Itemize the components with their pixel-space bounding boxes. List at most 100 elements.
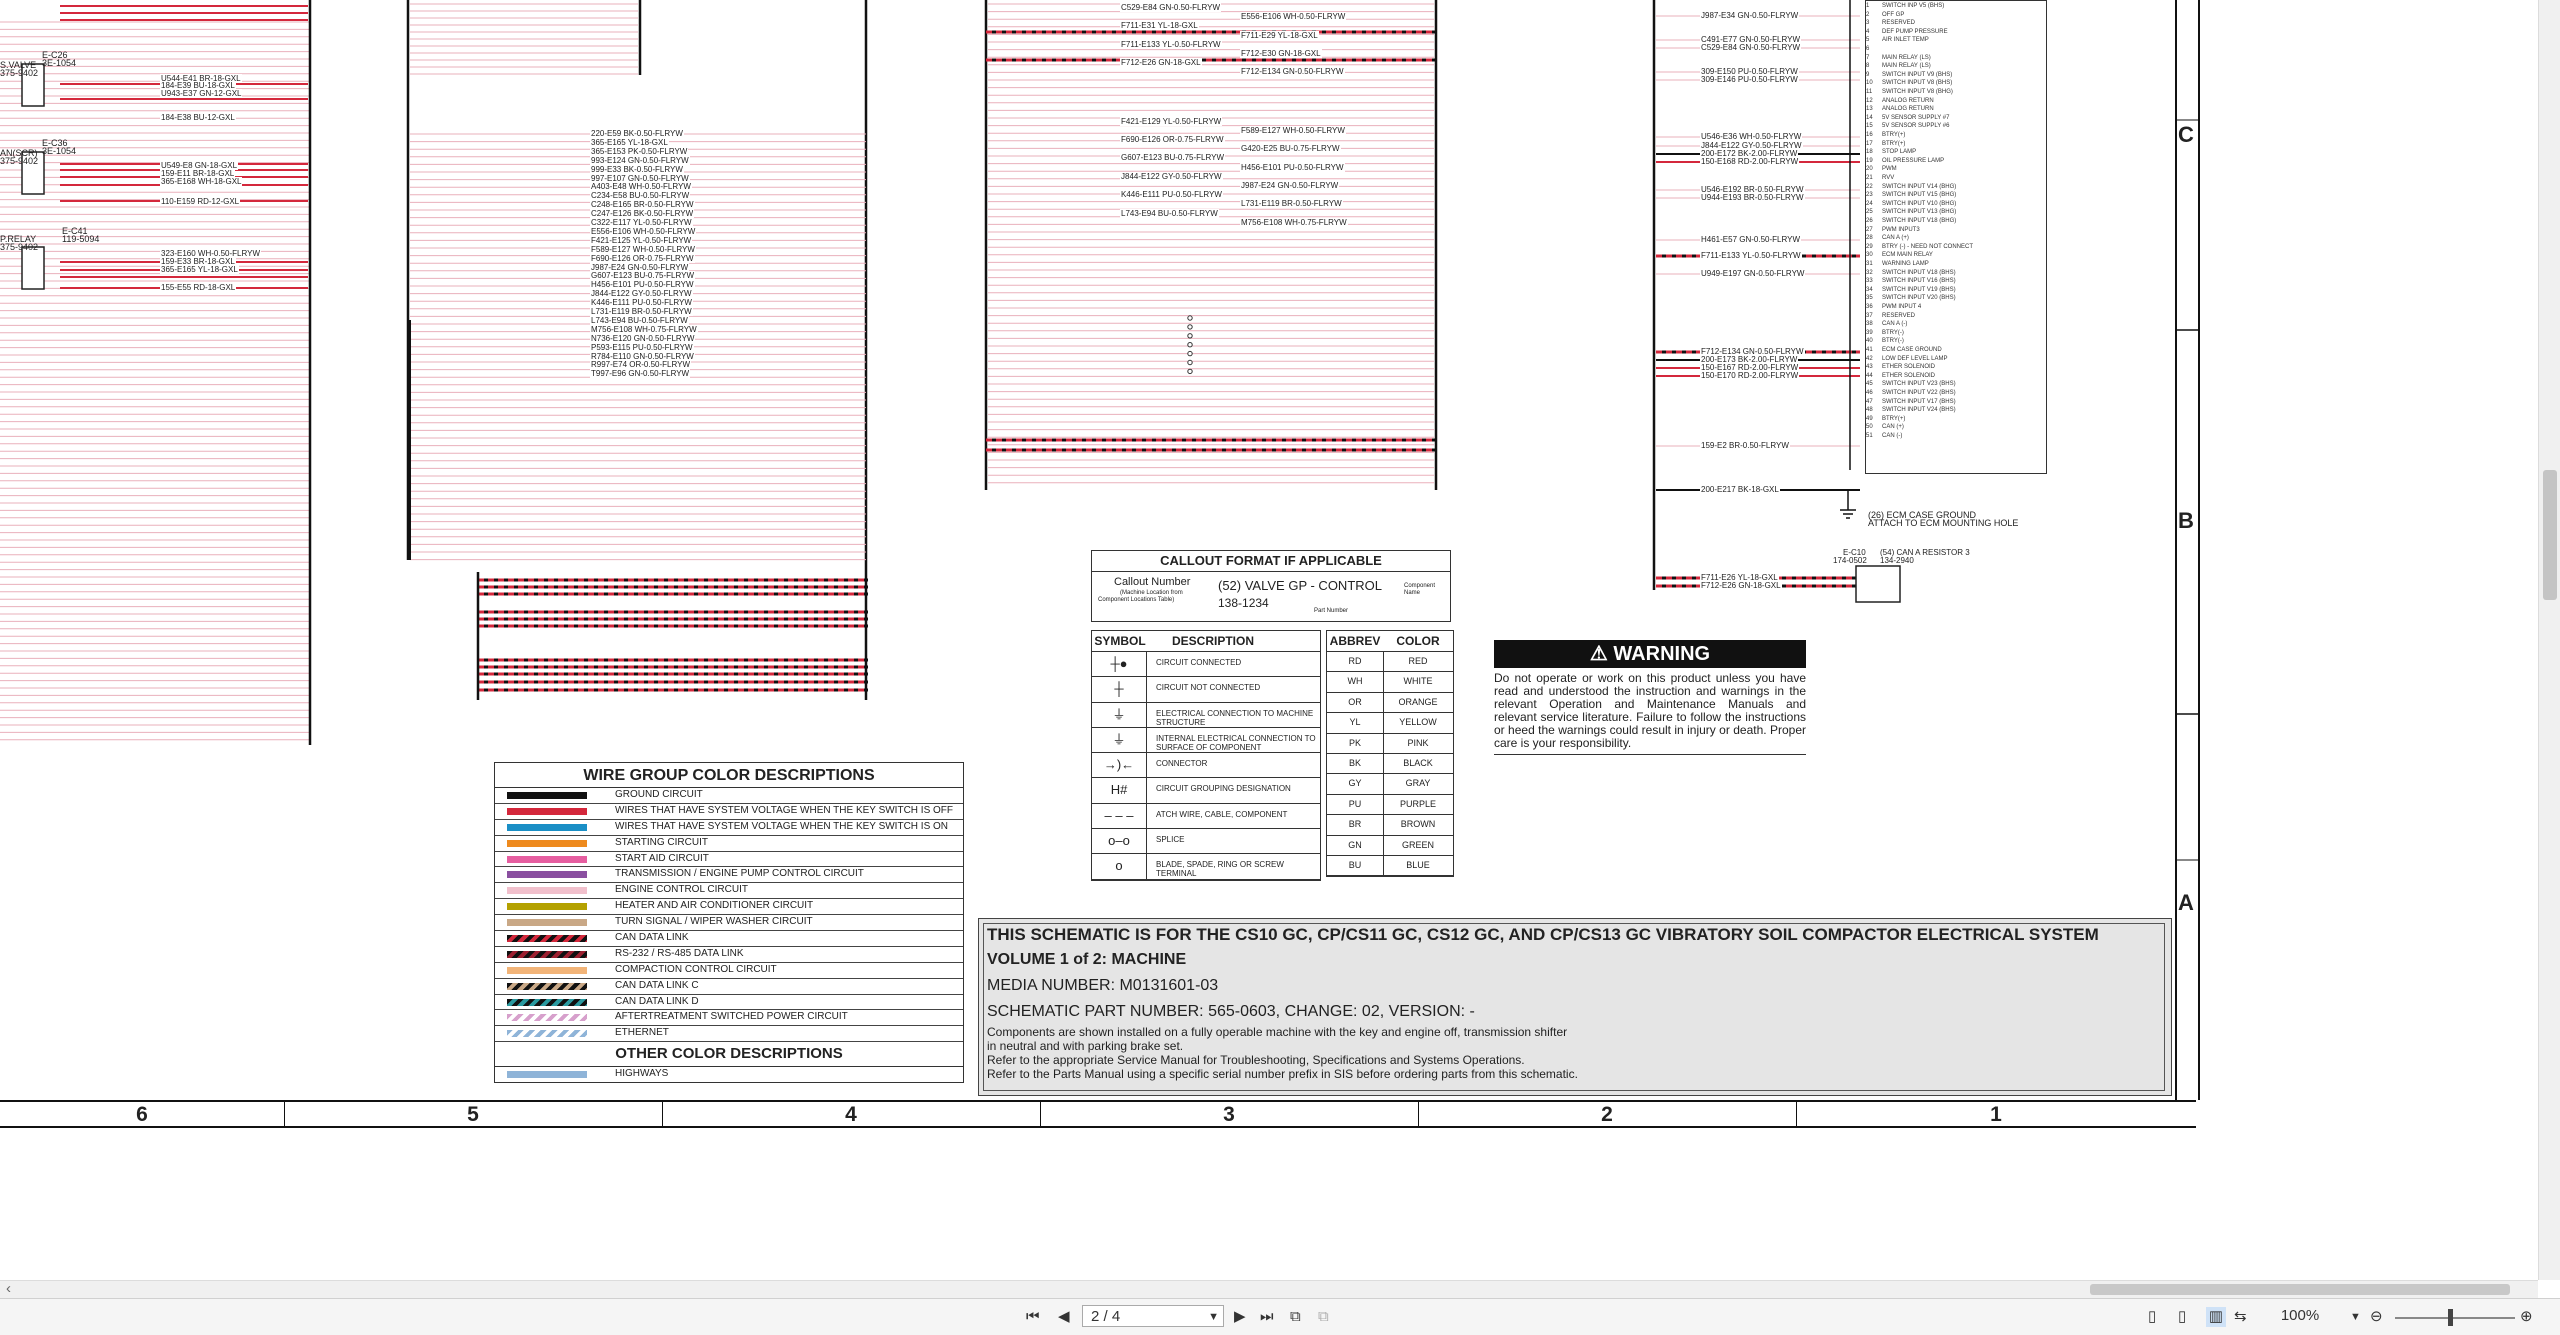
abbrev-color-name: PURPLE [1399, 798, 1436, 809]
wire-group-row: CAN DATA LINK D [495, 995, 963, 1011]
page-dropdown-icon[interactable]: ▼ [1208, 1306, 1219, 1328]
wire-color-swatch [507, 966, 587, 974]
wire-color-swatch [507, 919, 587, 927]
mid-wire-label: 365-E153 PK-0.50-FLRYW [590, 146, 689, 156]
vertical-scroll-thumb[interactable] [2543, 470, 2557, 600]
abbrev-code: GY [1327, 774, 1384, 794]
symbol-glyph: →)← [1092, 753, 1147, 778]
right-mid-wire-label: F690-E126 OR-0.75-FLRYW [1120, 135, 1225, 144]
highways-swatch [507, 1071, 587, 1079]
wire-color-swatch [507, 807, 587, 815]
symbol-description: BLADE, SPADE, RING OR SCREW TERMINAL [1156, 860, 1284, 879]
wire-group-label: START AID CIRCUIT [615, 852, 709, 864]
symbol-row: →)← CONNECTOR [1092, 753, 1320, 779]
page-number-value: 2 / 4 [1091, 1308, 1121, 1325]
ecm-pin-label: RESERVED [1882, 312, 1915, 319]
connector-c41-part: 119-5094 [62, 234, 100, 244]
next-page-button[interactable]: ▶ [1234, 1307, 1246, 1327]
horizontal-scroll-thumb[interactable] [2090, 1284, 2510, 1295]
ecm-pin-number: 24 [1866, 200, 1873, 207]
ecm-pin-label: BTRY(+) [1882, 140, 1906, 147]
ecm-pin-number: 26 [1866, 218, 1873, 224]
ecm-pin-number: 41 [1866, 347, 1873, 353]
mid-wire-label: C248-E165 BR-0.50-FLRYW [590, 200, 695, 210]
wire-color-swatch [507, 935, 587, 943]
page-number-field[interactable]: 2 / 4 ▼ [1082, 1305, 1224, 1327]
mid-wire-label: F421-E125 YL-0.50-FLRYW [590, 235, 693, 245]
symbol-row: ┼● CIRCUIT CONNECTED [1092, 652, 1320, 678]
ecm-pin-number: 35 [1866, 295, 1873, 302]
ecm-pin-number: 25 [1866, 209, 1873, 216]
ecm-pin-label: RVV [1882, 175, 1895, 181]
ecm-pin-label: BTRY(-) [1882, 329, 1904, 336]
ecm-pin-number: 40 [1866, 338, 1873, 345]
zoom-slider-knob[interactable] [2448, 1309, 2453, 1326]
right-mid-wire-label: L743-E94 BU-0.50-FLRYW [1120, 208, 1219, 218]
ecm-pin-label: BTRY(+) [1882, 132, 1906, 138]
wire-group-row: COMPACTION CONTROL CIRCUIT [495, 963, 963, 979]
ecm-pin-number: 21 [1866, 175, 1873, 181]
symbol-row: H# CIRCUIT GROUPING DESIGNATION [1092, 778, 1320, 804]
prev-page-button[interactable]: ◀ [1058, 1307, 1070, 1327]
wire-group-row: TURN SIGNAL / WIPER WASHER CIRCUIT [495, 915, 963, 932]
ecm-wire-label: U546-E36 WH-0.50-FLRYW [1700, 132, 1803, 141]
continuous-view-icon[interactable]: ▯ [2178, 1307, 2186, 1327]
symbol-description: CIRCUIT GROUPING DESIGNATION [1156, 784, 1291, 794]
abbrev-rows: RD RED WH WHITE OR ORANGE YL YELLOW PK PINK BK BLAC… [1327, 652, 1453, 877]
vertical-scrollbar[interactable] [2538, 0, 2560, 1280]
ecm-pin-label: SWITCH INP V5 (BHS) [1882, 3, 1945, 9]
warning-body: Do not operate or work on this product u… [1494, 668, 1806, 755]
wire-group-label: TRANSMISSION / ENGINE PUMP CONTROL CIRCU… [615, 868, 864, 880]
two-page-view-icon[interactable]: ▥ [2206, 1307, 2226, 1327]
zoom-out-button[interactable]: ⊖ [2370, 1307, 2383, 1327]
ecm-pin-number: 28 [1866, 235, 1873, 242]
zoom-dropdown-icon[interactable]: ▼ [2350, 1307, 2361, 1327]
symbol-description: CIRCUIT NOT CONNECTED [1156, 683, 1261, 693]
ecm-pin-label: SWITCH INPUT V10 (BHG) [1882, 200, 1957, 207]
abbrev-code: RD [1327, 652, 1384, 672]
mid-wire-label: N736-E120 GN-0.50-FLRYW [590, 333, 696, 343]
wire-group-row: RS-232 / RS-485 DATA LINK [495, 947, 963, 963]
scroll-left-arrow-icon[interactable]: ‹ [6, 1280, 11, 1297]
rotate-view-icon[interactable]: ⇆ [2234, 1307, 2247, 1327]
first-page-button[interactable]: ⏮ [1026, 1307, 1040, 1327]
horizontal-scrollbar[interactable]: ‹ [0, 1280, 2538, 1299]
fit-page-icon[interactable]: ⧉ [1290, 1307, 1301, 1327]
abbrev-code: WH [1327, 672, 1384, 692]
ecm-pin-label: SWITCH INPUT V18 (BHS) [1882, 269, 1956, 276]
fit-width-icon[interactable]: ⧉ [1318, 1307, 1329, 1327]
connector-2 [21, 246, 45, 290]
ecm-pin-number: 17 [1866, 140, 1873, 147]
zoom-slider-track[interactable] [2395, 1317, 2515, 1319]
abbrev-code: OR [1327, 692, 1384, 713]
ecm-pin-number: 2 [1866, 11, 1870, 18]
ecm-pin-number: 43 [1866, 364, 1873, 371]
left-wire-label: 365-E165 YL-18-GXL [160, 265, 239, 274]
last-page-button[interactable]: ⏭ [1260, 1307, 1274, 1327]
zoom-level[interactable]: 100% [2270, 1307, 2330, 1324]
right-mid-wire-label: L731-E119 BR-0.50-FLRYW [1240, 199, 1343, 209]
mid-wire-label: 997-E107 GN-0.50-FLRYW [590, 173, 690, 183]
wire-group-row: CAN DATA LINK C [495, 979, 963, 995]
wire-group-row: CAN DATA LINK [495, 931, 963, 947]
splice-point [1187, 359, 1193, 366]
mid-wire-label: G607-E123 BU-0.75-FLRYW [590, 271, 696, 281]
volume-label: VOLUME 1 of 2: MACHINE [987, 951, 1187, 968]
schematic-sheet: U544-E41 BR-18-GXL 184-E39 BU-18-GXL U943-… [0, 0, 2200, 1130]
symbol-glyph: – – – [1092, 803, 1147, 829]
right-mid-wire-label: F712-E30 GN-18-GXL [1240, 49, 1322, 58]
single-page-view-icon[interactable]: ▯ [2148, 1307, 2156, 1327]
wire-group-row: GROUND CIRCUIT [495, 788, 963, 804]
color-col-header: COLOR [1396, 634, 1440, 648]
ecm-wire-label: 309-E146 PU-0.50-FLRYW [1700, 75, 1799, 84]
symbol-description: ATCH WIRE, CABLE, COMPONENT [1156, 809, 1288, 819]
zoom-in-button[interactable]: ⊕ [2520, 1307, 2533, 1327]
left-wire-label: 184-E38 BU-12-GXL [160, 113, 236, 122]
abbrev-code: PK [1327, 733, 1384, 753]
ecm-pin-number: 50 [1866, 424, 1873, 431]
other-color-title: OTHER COLOR DESCRIPTIONS [495, 1042, 963, 1068]
ecm-wire-label: 150-E170 RD-2.00-FLRYW [1700, 371, 1800, 380]
abbrev-row: GN GREEN [1327, 835, 1453, 856]
connector-c26-part: 3E-1054 [42, 58, 77, 68]
ecm-pin-number: 29 [1866, 243, 1873, 250]
